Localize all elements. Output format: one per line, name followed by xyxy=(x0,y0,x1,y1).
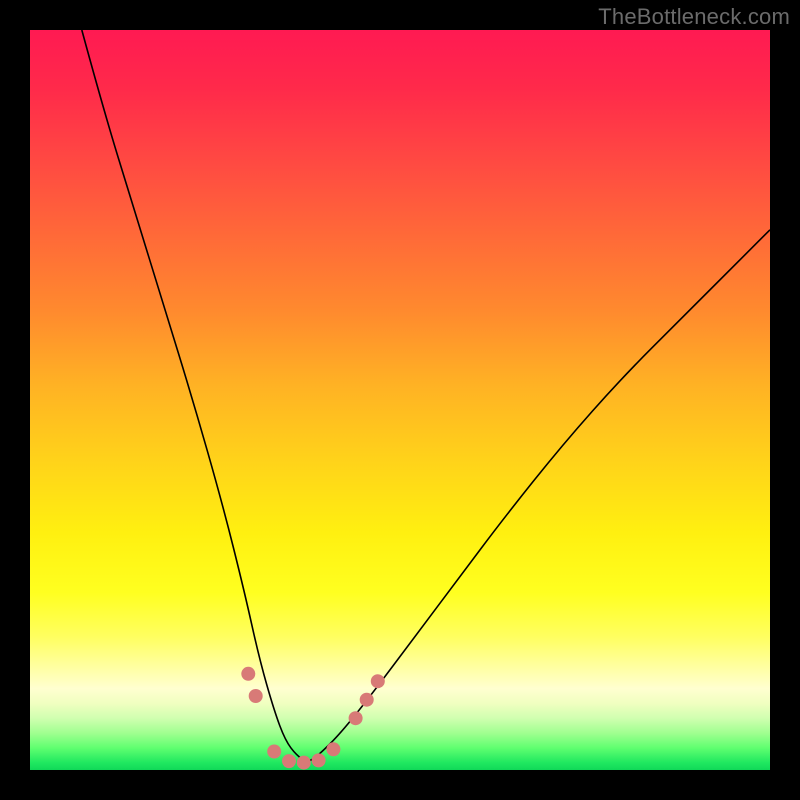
data-point xyxy=(249,689,263,703)
data-point xyxy=(349,711,363,725)
chart-frame: TheBottleneck.com xyxy=(0,0,800,800)
plot-area xyxy=(30,30,770,770)
data-point xyxy=(267,745,281,759)
bottleneck-curve xyxy=(82,30,770,761)
data-point-group xyxy=(241,667,384,770)
data-point xyxy=(360,693,374,707)
chart-svg xyxy=(30,30,770,770)
watermark-text: TheBottleneck.com xyxy=(598,4,790,30)
data-point xyxy=(312,753,326,767)
data-point xyxy=(297,756,311,770)
data-point xyxy=(282,754,296,768)
data-point xyxy=(326,742,340,756)
data-point xyxy=(241,667,255,681)
data-point xyxy=(371,674,385,688)
